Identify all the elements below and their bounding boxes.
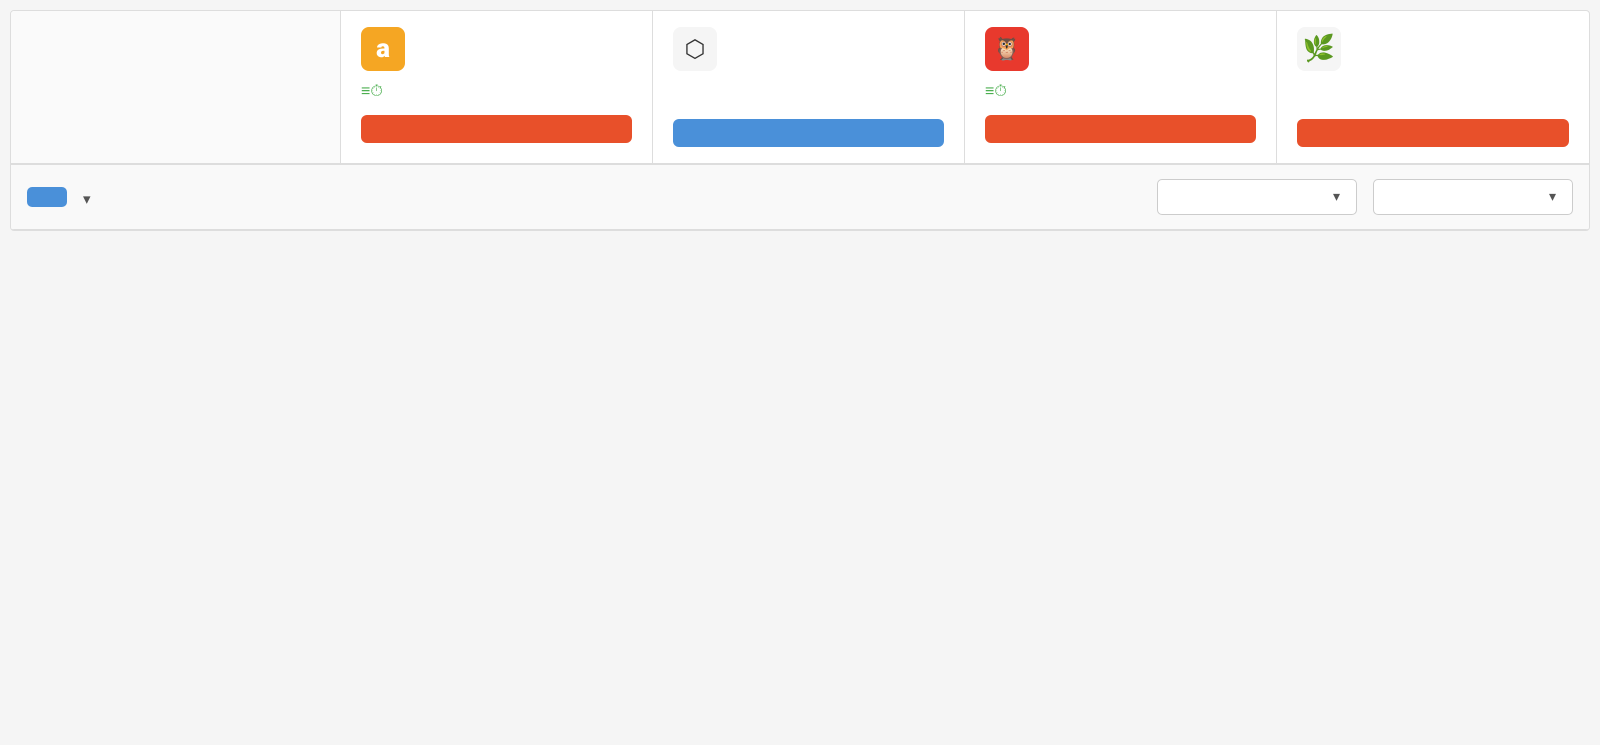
comparison-table: a ≡⏱ ⬡ 🦉 ≡⏱ [10, 10, 1590, 231]
hootsuite-icon: 🦉 [985, 27, 1029, 71]
hootsuite-cta-button[interactable] [985, 115, 1256, 143]
buffer-spacer [673, 81, 944, 119]
export-button[interactable]: ▾ [83, 188, 91, 207]
buffer-icon: ⬡ [673, 27, 717, 71]
customize-button[interactable] [27, 187, 67, 207]
toolbar-row: ▾ ▾ ▾ [11, 165, 1589, 230]
reviewers-dropdown[interactable]: ▾ [1373, 179, 1573, 215]
header-hootsuite: 🦉 ≡⏱ [965, 11, 1277, 163]
reviewers-chevron: ▾ [1549, 189, 1556, 205]
hootsuite-quick-response-icon: ≡⏱ [985, 81, 1007, 101]
buffer-cta-button[interactable] [673, 119, 944, 147]
export-chevron: ▾ [83, 192, 91, 207]
sprout-spacer [1297, 81, 1569, 119]
header-row: a ≡⏱ ⬡ 🦉 ≡⏱ [11, 11, 1589, 165]
agorapulse-quick-response: ≡⏱ [361, 81, 632, 101]
sprout-name-row: 🌿 [1297, 27, 1569, 71]
header-buffer: ⬡ [653, 11, 965, 163]
categories-dropdown[interactable]: ▾ [1157, 179, 1357, 215]
agorapulse-icon: a [361, 27, 405, 71]
header-sprout: 🌿 [1277, 11, 1589, 163]
sprout-cta-button[interactable] [1297, 119, 1569, 147]
buffer-name-row: ⬡ [673, 27, 944, 71]
quick-response-icon: ≡⏱ [361, 81, 383, 101]
hootsuite-quick-response: ≡⏱ [985, 81, 1256, 101]
hootsuite-name-row: 🦉 [985, 27, 1256, 71]
sprout-icon: 🌿 [1297, 27, 1341, 71]
agorapulse-name-row: a [361, 27, 632, 71]
agorapulse-cta-button[interactable] [361, 115, 632, 143]
header-empty-cell [11, 11, 341, 163]
categories-chevron: ▾ [1333, 189, 1340, 205]
header-agorapulse: a ≡⏱ [341, 11, 653, 163]
